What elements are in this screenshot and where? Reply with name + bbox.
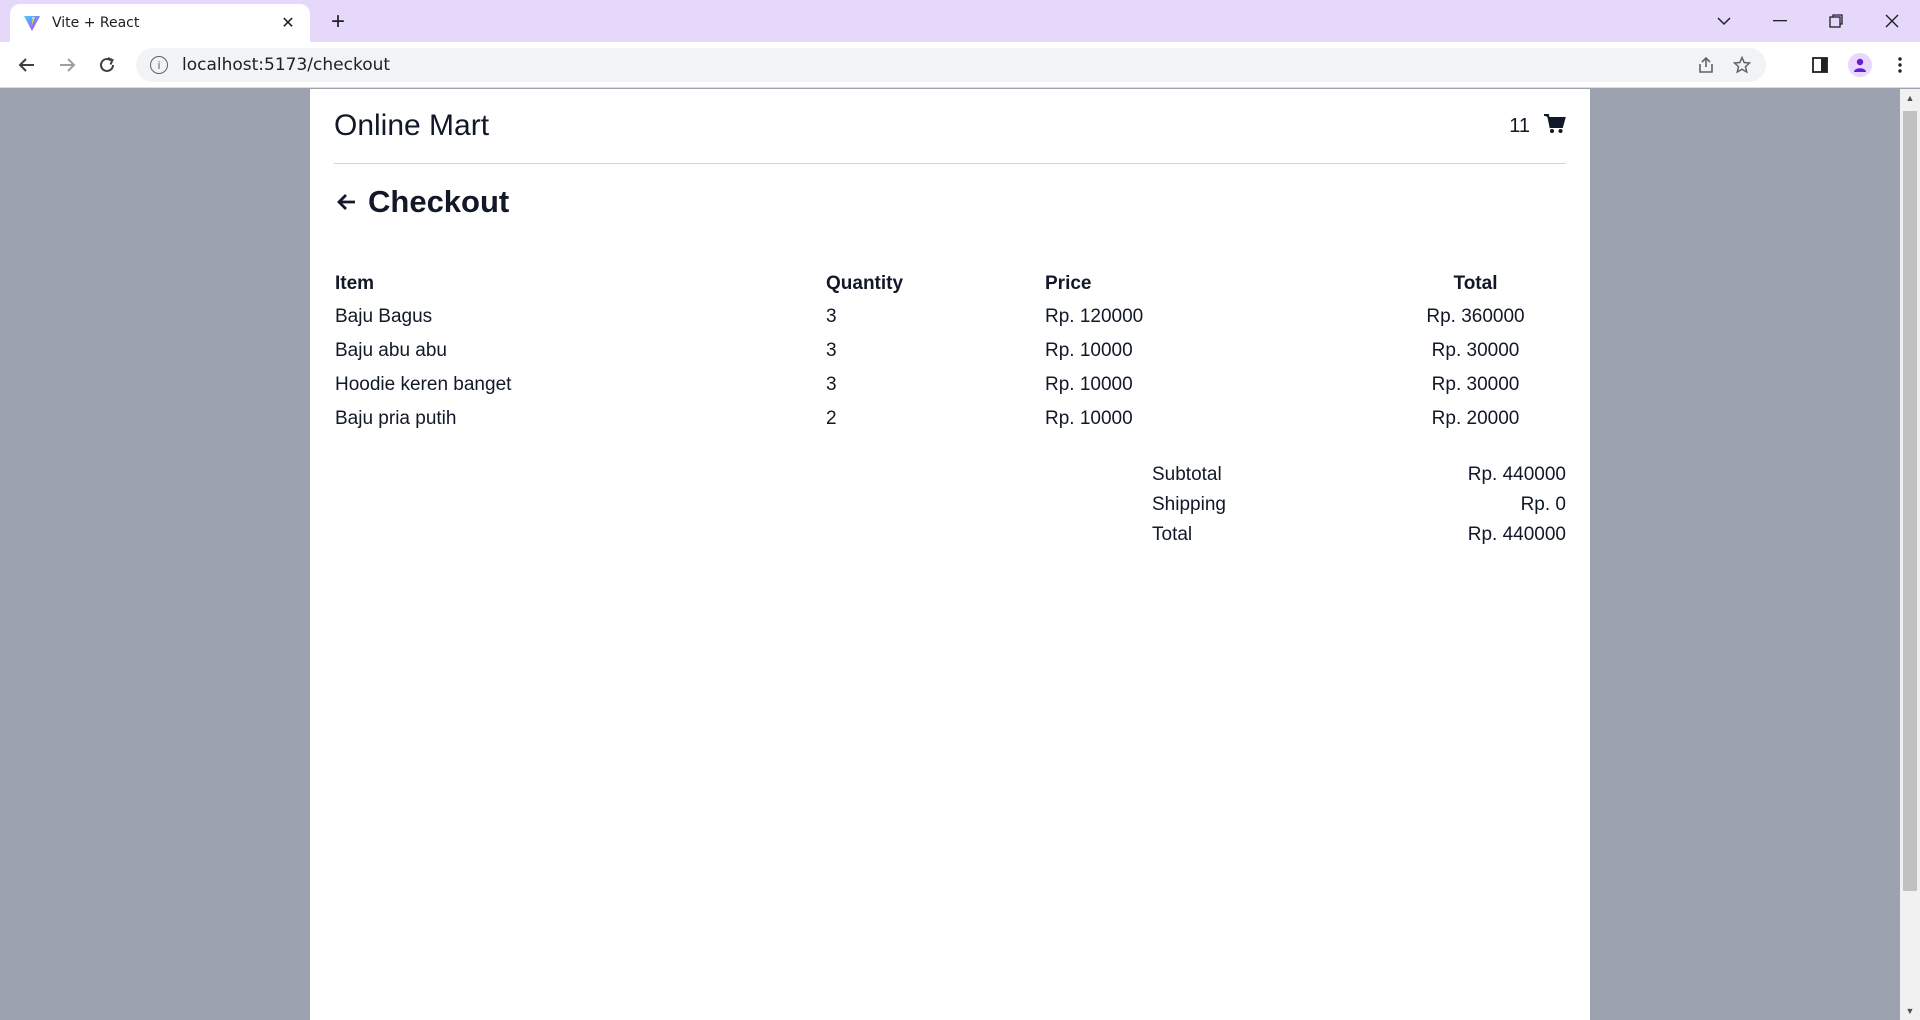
scroll-down-icon[interactable]: ▼ bbox=[1900, 1002, 1920, 1020]
page-heading: Checkout bbox=[334, 184, 1566, 220]
item-quantity: 3 bbox=[826, 306, 837, 327]
address-bar[interactable]: i localhost:5173/checkout bbox=[136, 48, 1766, 82]
back-icon[interactable] bbox=[12, 50, 42, 80]
browser-tab[interactable]: Vite + React ✕ bbox=[10, 4, 310, 42]
column-header-item: Item bbox=[335, 273, 375, 294]
restore-button[interactable] bbox=[1808, 0, 1864, 42]
share-icon[interactable] bbox=[1688, 48, 1724, 82]
side-panel-icon[interactable] bbox=[1800, 42, 1840, 88]
page-title: Checkout bbox=[368, 184, 510, 219]
vite-logo-icon bbox=[22, 13, 42, 33]
browser-toolbar: i localhost:5173/checkout bbox=[0, 42, 1920, 88]
order-summary: Subtotal Rp. 440000 Shipping Rp. 0 Total… bbox=[1152, 460, 1566, 550]
table-header-row: Item Quantity Price Total bbox=[334, 270, 1566, 300]
profile-avatar[interactable] bbox=[1840, 42, 1880, 88]
scroll-up-icon[interactable]: ▲ bbox=[1900, 89, 1920, 107]
total-label: Total bbox=[1152, 524, 1193, 545]
item-quantity: 2 bbox=[826, 408, 837, 429]
item-price: Rp. 10000 bbox=[1045, 374, 1133, 395]
summary-shipping-row: Shipping Rp. 0 bbox=[1152, 490, 1566, 520]
table-row: Hoodie keren banget 3 Rp. 10000 Rp. 3000… bbox=[334, 368, 1566, 402]
forward-icon[interactable] bbox=[52, 50, 82, 80]
tab-title: Vite + React bbox=[52, 15, 140, 31]
page-scrollbar[interactable]: ▲ ▼ bbox=[1900, 89, 1920, 1020]
item-total: Rp. 30000 bbox=[1431, 374, 1520, 395]
shipping-label: Shipping bbox=[1152, 494, 1226, 515]
table-row: Baju abu abu 3 Rp. 10000 Rp. 30000 bbox=[334, 334, 1566, 368]
subtotal-value: Rp. 440000 bbox=[1467, 464, 1566, 485]
column-header-total: Total bbox=[1453, 273, 1498, 294]
table-row: Baju Bagus 3 Rp. 120000 Rp. 360000 bbox=[334, 300, 1566, 334]
item-quantity: 3 bbox=[826, 374, 837, 395]
scroll-thumb[interactable] bbox=[1903, 111, 1917, 891]
window-controls bbox=[1696, 0, 1920, 42]
checkout-table: Item Quantity Price Total Baju Bagus 3 R… bbox=[334, 270, 1566, 436]
cart-button[interactable]: 11 bbox=[1509, 113, 1566, 139]
column-header-quantity: Quantity bbox=[826, 273, 904, 294]
checkout-page: Online Mart 11 Checkout Item Quantity Pr… bbox=[310, 89, 1590, 1020]
new-tab-button[interactable]: + bbox=[324, 8, 352, 36]
close-tab-icon[interactable]: ✕ bbox=[278, 13, 298, 33]
table-row: Baju pria putih 2 Rp. 10000 Rp. 20000 bbox=[334, 402, 1566, 436]
close-window-button[interactable] bbox=[1864, 0, 1920, 42]
item-price: Rp. 10000 bbox=[1045, 340, 1133, 361]
item-total: Rp. 20000 bbox=[1431, 408, 1520, 429]
item-name: Hoodie keren banget bbox=[335, 374, 512, 395]
bookmark-star-icon[interactable] bbox=[1724, 48, 1760, 82]
reload-icon[interactable] bbox=[92, 50, 122, 80]
item-name: Baju Bagus bbox=[335, 306, 433, 327]
summary-total-row: Total Rp. 440000 bbox=[1152, 520, 1566, 550]
item-total: Rp. 360000 bbox=[1426, 306, 1525, 327]
subtotal-label: Subtotal bbox=[1152, 464, 1222, 485]
item-name: Baju abu abu bbox=[335, 340, 447, 361]
cart-icon bbox=[1544, 113, 1566, 139]
item-name: Baju pria putih bbox=[335, 408, 457, 429]
arrow-left-icon[interactable] bbox=[334, 189, 360, 215]
item-price: Rp. 10000 bbox=[1045, 408, 1133, 429]
url-text: localhost:5173/checkout bbox=[182, 55, 391, 75]
shipping-value: Rp. 0 bbox=[1520, 494, 1566, 515]
tab-search-icon[interactable] bbox=[1696, 0, 1752, 42]
site-title[interactable]: Online Mart bbox=[334, 109, 489, 143]
total-value: Rp. 440000 bbox=[1467, 524, 1566, 545]
page-viewport: Online Mart 11 Checkout Item Quantity Pr… bbox=[0, 89, 1900, 1020]
info-icon[interactable]: i bbox=[150, 56, 168, 74]
cart-count: 11 bbox=[1509, 114, 1530, 137]
item-total: Rp. 30000 bbox=[1431, 340, 1520, 361]
site-header: Online Mart 11 bbox=[334, 89, 1566, 164]
item-price: Rp. 120000 bbox=[1045, 306, 1144, 327]
menu-kebab-icon[interactable] bbox=[1880, 42, 1920, 88]
minimize-button[interactable] bbox=[1752, 0, 1808, 42]
item-quantity: 3 bbox=[826, 340, 837, 361]
summary-subtotal-row: Subtotal Rp. 440000 bbox=[1152, 460, 1566, 490]
browser-tabbar: Vite + React ✕ + bbox=[0, 0, 1920, 42]
column-header-price: Price bbox=[1045, 273, 1092, 294]
